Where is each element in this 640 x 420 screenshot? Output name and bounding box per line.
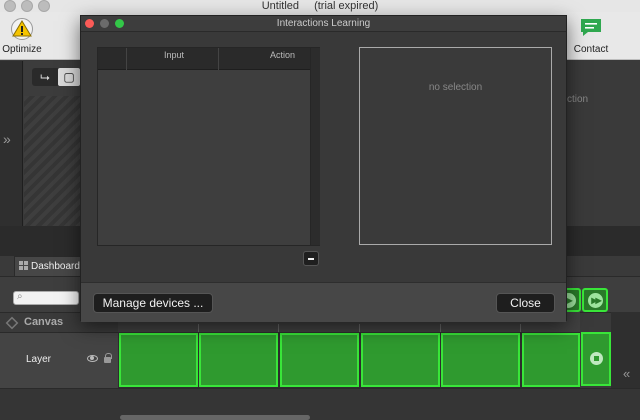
optimize-button[interactable]: Optimize [0,12,52,60]
timeline-frame[interactable] [119,333,198,387]
ruler-tick [440,324,441,332]
ruler-tick [359,324,360,332]
no-selection-text: no selection [428,82,483,93]
timeline-end-cell[interactable] [581,332,611,386]
layers-stack-icon [5,316,19,330]
manage-devices-button[interactable]: Manage devices ... [93,293,213,313]
chat-bubble-icon [581,19,601,36]
window-zoom-button[interactable] [38,0,50,12]
double-chevron-right-icon: » [3,131,11,147]
grid-icon [19,261,28,270]
canvas-label: Canvas [24,316,64,328]
dialog-title-bar: Interactions Learning [81,16,566,32]
dialog-footer: Manage devices ... Close [81,282,566,322]
stop-icon [590,352,603,365]
contact-button[interactable]: Contact [561,12,621,60]
interactions-learning-dialog: Interactions Learning Input Action no se… [80,15,567,322]
search-icon: ⌕ [17,291,23,302]
optimize-label: Optimize [2,44,42,55]
inspector-partial-text: ction [567,94,589,105]
column-divider [218,48,219,70]
app-title: Untitled [261,0,300,12]
warning-triangle-icon [11,18,33,40]
tab-dashboard-label: Dashboard [31,261,80,272]
fast-forward-icon: ▶▶ [588,293,603,308]
fast-forward-button[interactable]: ▶▶ [582,288,608,312]
ruler-tick [520,324,521,332]
dialog-title: Interactions Learning [276,18,371,29]
window-close-button[interactable] [4,0,16,12]
ruler-tick [278,324,279,332]
dialog-minimize-button[interactable] [100,19,109,28]
remove-interaction-button[interactable] [303,251,319,266]
eye-icon[interactable] [87,355,98,362]
canvas-tool-group: ⮡ ▢ [32,68,82,86]
bottom-bar [0,388,640,420]
column-divider [126,48,127,70]
timeline-frame[interactable] [280,333,359,387]
app-title-suffix: (trial expired) [314,0,379,12]
timeline-frame[interactable] [199,333,278,387]
contact-label: Contact [573,44,609,55]
dialog-close-button[interactable] [85,19,94,28]
double-chevron-left-icon: « [623,366,631,381]
left-collapse-strip[interactable]: » [0,61,23,226]
interactions-table[interactable]: Input Action [97,47,320,246]
tab-dashboard[interactable]: Dashboard [14,256,84,276]
timeline-frame[interactable] [522,333,580,387]
app-title-bar: Untitled (trial expired) [0,0,640,12]
timeline-frame[interactable] [361,333,440,387]
right-inspector-panel: ction [567,61,640,226]
transform-tool-icon[interactable]: ⮡ [34,68,56,86]
timeline-frame[interactable] [441,333,520,387]
close-button[interactable]: Close [496,293,555,313]
timeline-layer-row[interactable]: Layer [0,332,118,388]
ruler-tick [198,324,199,332]
dialog-zoom-button[interactable] [115,19,124,28]
column-header-input[interactable]: Input [164,50,184,60]
select-frame-tool-icon[interactable]: ▢ [58,68,80,86]
window-minimize-button[interactable] [21,0,33,12]
table-scrollbar[interactable] [310,48,320,245]
lock-icon[interactable] [104,353,112,363]
column-header-action[interactable]: Action [270,50,295,60]
horizontal-scrollbar[interactable] [120,415,310,420]
layer-label: Layer [26,354,52,365]
search-input[interactable]: ⌕ [13,291,79,305]
interaction-detail-panel: no selection [359,47,552,245]
table-header: Input Action [98,48,310,70]
canvas-hatch [24,96,80,226]
timeline-frames [118,332,580,388]
